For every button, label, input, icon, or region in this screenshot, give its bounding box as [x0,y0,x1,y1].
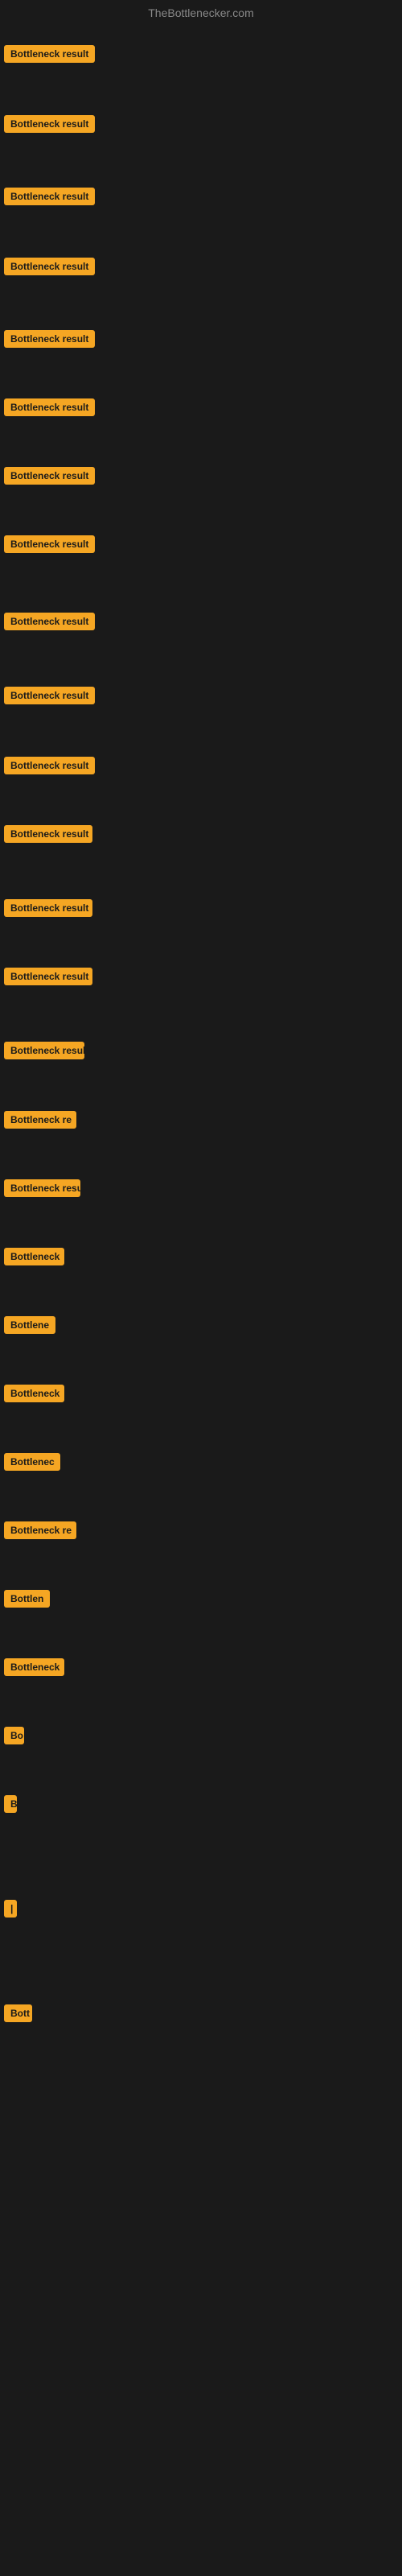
list-item: Bottleneck resul [4,1179,80,1201]
list-item: Bottleneck re [4,1111,76,1133]
list-item: | [4,1900,17,1922]
bottleneck-result-badge[interactable]: Bottleneck result [4,687,95,704]
bottleneck-result-badge[interactable]: Bottleneck result [4,1042,84,1059]
list-item: B [4,1795,17,1817]
bottleneck-result-badge[interactable]: Bottleneck result [4,115,95,133]
list-item: Bottleneck result [4,899,92,921]
list-item: Bottleneck [4,1385,64,1406]
bottleneck-result-badge[interactable]: Bottleneck [4,1248,64,1265]
bottleneck-result-badge[interactable]: Bo [4,1727,24,1744]
list-item: Bottleneck result [4,398,95,420]
bottleneck-result-badge[interactable]: Bottleneck result [4,398,95,416]
bottleneck-result-badge[interactable]: Bottleneck result [4,467,95,485]
bottleneck-result-badge[interactable]: Bott [4,2004,32,2022]
list-item: Bott [4,2004,32,2026]
list-item: Bottlen [4,1590,50,1612]
bottleneck-result-badge[interactable]: Bottlen [4,1590,50,1608]
list-item: Bottleneck result [4,687,95,708]
list-item: Bottleneck result [4,535,95,557]
list-item: Bottleneck result [4,467,95,489]
bottleneck-result-badge[interactable]: Bottleneck result [4,613,95,630]
bottleneck-result-badge[interactable]: Bottleneck result [4,258,95,275]
list-item: Bottleneck result [4,825,92,847]
list-item: Bottleneck result [4,258,95,279]
bottleneck-result-badge[interactable]: Bottleneck result [4,330,95,348]
list-item: Bottleneck re [4,1521,76,1543]
site-title: TheBottlenecker.com [0,0,402,26]
bottleneck-result-badge[interactable]: Bottleneck result [4,45,95,63]
list-item: Bottleneck [4,1248,64,1269]
bottleneck-result-badge[interactable]: | [4,1900,17,1918]
list-item: Bottleneck result [4,968,92,989]
list-item: Bottlenec [4,1453,60,1475]
list-item: Bottleneck result [4,1042,84,1063]
list-item: Bottleneck result [4,757,95,778]
list-item: Bo [4,1727,24,1748]
list-item: Bottleneck result [4,613,95,634]
bottleneck-result-badge[interactable]: Bottleneck [4,1658,64,1676]
list-item: Bottleneck result [4,330,95,352]
list-item: Bottleneck result [4,115,95,137]
bottleneck-result-badge[interactable]: Bottleneck resul [4,1179,80,1197]
list-item: Bottleneck result [4,45,95,67]
bottleneck-result-badge[interactable]: Bottleneck result [4,757,95,774]
bottleneck-result-badge[interactable]: Bottleneck result [4,968,92,985]
bottleneck-result-badge[interactable]: Bottlenec [4,1453,60,1471]
list-item: Bottleneck result [4,188,95,209]
bottleneck-result-badge[interactable]: Bottleneck result [4,825,92,843]
bottleneck-result-badge[interactable]: Bottleneck result [4,899,92,917]
bottleneck-result-badge[interactable]: Bottleneck re [4,1521,76,1539]
list-item: Bottlene [4,1316,55,1338]
bottleneck-result-badge[interactable]: Bottlene [4,1316,55,1334]
list-item: Bottleneck [4,1658,64,1680]
bottleneck-result-badge[interactable]: B [4,1795,17,1813]
bottleneck-result-badge[interactable]: Bottleneck result [4,535,95,553]
bottleneck-result-badge[interactable]: Bottleneck [4,1385,64,1402]
bottleneck-result-badge[interactable]: Bottleneck re [4,1111,76,1129]
bottleneck-result-badge[interactable]: Bottleneck result [4,188,95,205]
